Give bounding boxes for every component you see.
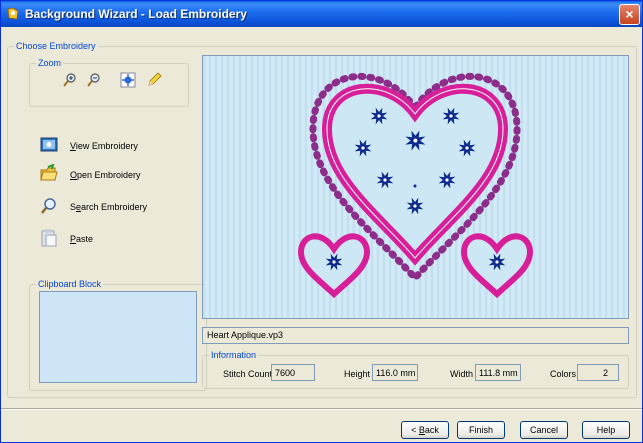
open-folder-icon: [40, 164, 58, 181]
close-button[interactable]: ×: [619, 4, 640, 25]
zoom-out-icon: [87, 73, 100, 87]
zoom-title: Zoom: [36, 58, 64, 68]
colors-value: 2: [577, 364, 619, 381]
width-label: Width: [450, 369, 474, 379]
help-button[interactable]: Help: [582, 421, 630, 439]
title-bar[interactable]: Background Wizard - Load Embroidery ×: [1, 1, 642, 27]
app-icon: [7, 7, 19, 20]
footer-separator: [1, 408, 642, 410]
choose-embroidery-title: Choose Embroidery: [14, 41, 98, 51]
paste-label: Paste: [70, 234, 94, 244]
wizard-window: Background Wizard - Load Embroidery × Ch…: [0, 0, 643, 443]
zoom-fit-button[interactable]: [117, 69, 137, 89]
width-value: 111.8 mm: [475, 364, 521, 381]
open-embroidery-label: Open Embroidery: [70, 170, 141, 180]
zoom-in-button[interactable]: [59, 69, 79, 89]
height-label: Height: [344, 369, 371, 379]
clipboard-block-title: Clipboard Block: [36, 279, 104, 289]
filename-field: Heart Applique.vp3: [202, 327, 629, 344]
back-button[interactable]: < Back: [401, 421, 449, 439]
search-embroidery-label: Search Embroidery: [70, 202, 148, 212]
height-value: 116.0 mm: [372, 364, 418, 381]
embroidery-image: [203, 56, 628, 318]
clipboard-preview: [39, 291, 197, 383]
pencil-button[interactable]: [143, 69, 163, 89]
colors-label: Colors: [550, 369, 577, 379]
stitch-count-label: Stitch Count: [223, 369, 273, 379]
search-icon: [41, 198, 56, 214]
zoom-out-button[interactable]: [83, 69, 103, 89]
view-embroidery-label: View Embroidery: [70, 141, 138, 151]
zoom-fit-icon: [120, 72, 136, 88]
cancel-button[interactable]: Cancel: [520, 421, 568, 439]
zoom-group: Zoom: [29, 58, 189, 107]
paste-icon: [41, 229, 57, 247]
stitch-count-value: 7600: [271, 364, 315, 381]
window-title: Background Wizard - Load Embroidery: [25, 7, 247, 21]
embroidery-preview: [202, 55, 629, 319]
finish-button[interactable]: Finish: [457, 421, 505, 439]
view-icon: [40, 137, 58, 152]
zoom-in-icon: [63, 73, 76, 87]
information-title: Information: [209, 350, 259, 360]
pencil-icon: [148, 72, 162, 86]
